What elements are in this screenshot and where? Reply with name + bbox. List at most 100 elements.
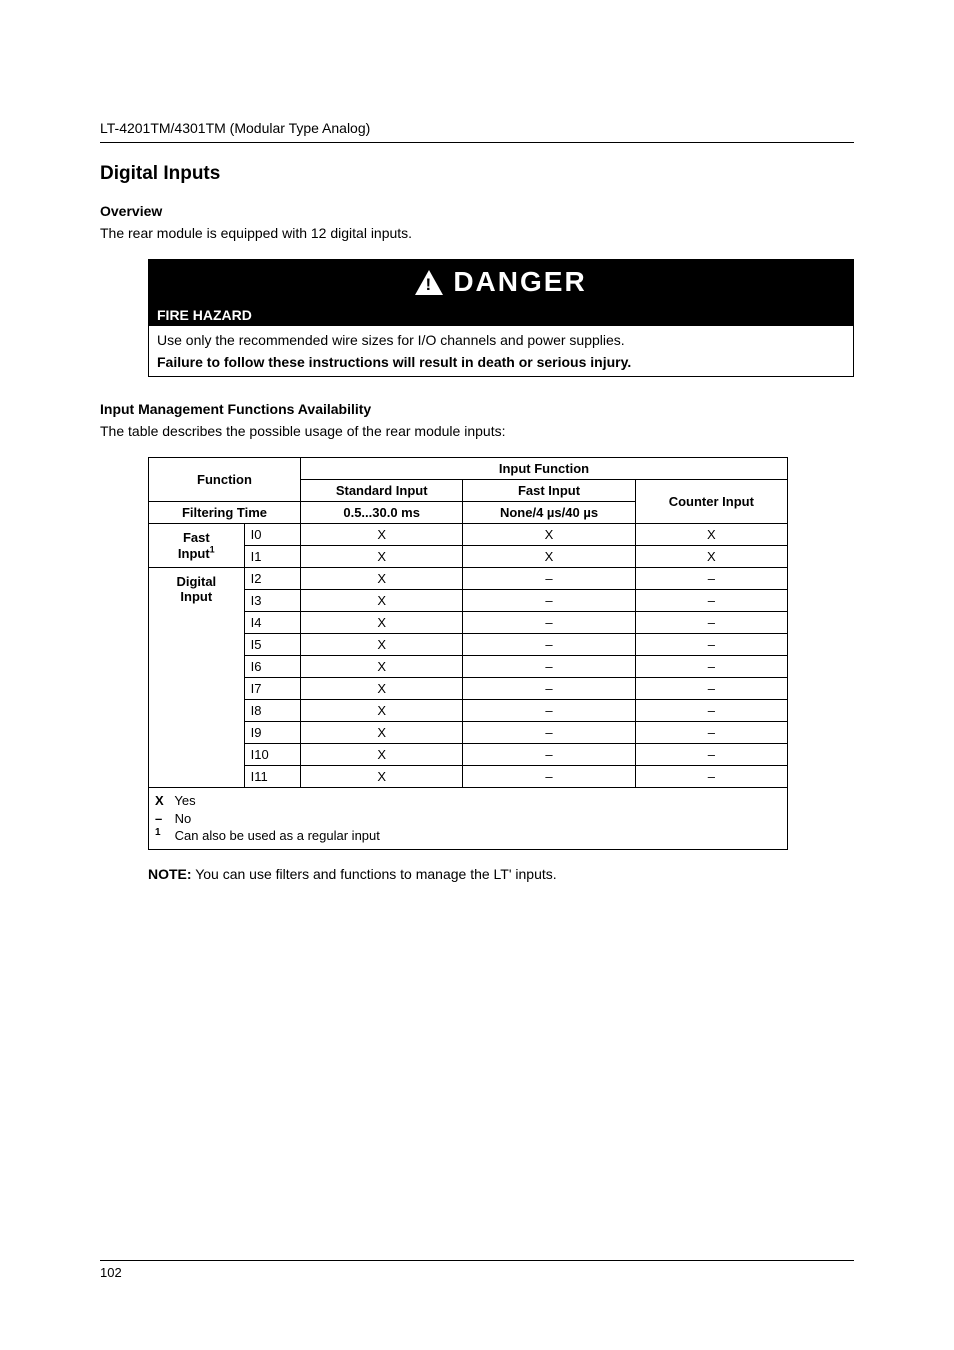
page-number: 102 bbox=[100, 1265, 854, 1280]
cell-cnt: – bbox=[635, 744, 787, 766]
overview-text: The rear module is equipped with 12 digi… bbox=[100, 225, 854, 241]
imfa-intro: The table describes the possible usage o… bbox=[100, 423, 854, 439]
cell-fast: – bbox=[463, 678, 635, 700]
cell-ch: I1 bbox=[244, 546, 300, 568]
cell-std: X bbox=[300, 612, 462, 634]
cell-std: X bbox=[300, 766, 462, 788]
legend-row: X Yes bbox=[155, 792, 781, 810]
cell-fast: – bbox=[463, 722, 635, 744]
cell-ch: I11 bbox=[244, 766, 300, 788]
cell-fast: – bbox=[463, 744, 635, 766]
table-row: I5 X – – bbox=[149, 634, 788, 656]
page-footer: 102 bbox=[100, 1260, 854, 1280]
cell-std: X bbox=[300, 634, 462, 656]
cell-fast: – bbox=[463, 612, 635, 634]
hdr-standard-range: 0.5...30.0 ms bbox=[300, 502, 462, 524]
cell-cnt: – bbox=[635, 656, 787, 678]
cell-cnt: – bbox=[635, 700, 787, 722]
hdr-fast: Fast Input bbox=[463, 480, 635, 502]
hdr-function: Function bbox=[149, 458, 301, 502]
group-digital-label2: Input bbox=[180, 589, 212, 604]
cell-ch: I4 bbox=[244, 612, 300, 634]
divider-bottom bbox=[100, 1260, 854, 1261]
group-fast-input: Fast Input1 bbox=[149, 524, 245, 568]
cell-fast: X bbox=[463, 546, 635, 568]
hdr-standard: Standard Input bbox=[300, 480, 462, 502]
table-row: I10 X – – bbox=[149, 744, 788, 766]
running-head: LT-4201TM/4301TM (Modular Type Analog) bbox=[100, 120, 854, 136]
cell-cnt: – bbox=[635, 766, 787, 788]
cell-std: X bbox=[300, 722, 462, 744]
table-row: I11 X – – bbox=[149, 766, 788, 788]
cell-fast: – bbox=[463, 590, 635, 612]
cell-fast: – bbox=[463, 766, 635, 788]
danger-line1: Use only the recommended wire sizes for … bbox=[157, 332, 845, 348]
table-row: I7 X – – bbox=[149, 678, 788, 700]
cell-std: X bbox=[300, 546, 462, 568]
legend-row: 1 Can also be used as a regular input bbox=[155, 827, 781, 845]
note: NOTE: You can use filters and functions … bbox=[148, 866, 854, 882]
legend-text-dash: No bbox=[175, 811, 192, 826]
legend-sym-one: 1 bbox=[155, 826, 171, 840]
cell-cnt: – bbox=[635, 568, 787, 590]
danger-body: Use only the recommended wire sizes for … bbox=[149, 326, 853, 376]
cell-std: X bbox=[300, 568, 462, 590]
hdr-fast-range: None/4 µs/40 µs bbox=[463, 502, 635, 524]
legend-sym-dash: – bbox=[155, 810, 171, 828]
cell-cnt: – bbox=[635, 678, 787, 700]
legend-row: – No bbox=[155, 810, 781, 828]
cell-cnt: – bbox=[635, 634, 787, 656]
cell-cnt: – bbox=[635, 722, 787, 744]
warning-triangle-icon: ! bbox=[415, 270, 443, 295]
table-row: I4 X – – bbox=[149, 612, 788, 634]
table-row: I1 X X X bbox=[149, 546, 788, 568]
table-row: Digital Input I2 X – – bbox=[149, 568, 788, 590]
overview-heading: Overview bbox=[100, 203, 854, 219]
table-row: I8 X – – bbox=[149, 700, 788, 722]
cell-fast: X bbox=[463, 524, 635, 546]
imfa-heading: Input Management Functions Availability bbox=[100, 401, 854, 417]
danger-subheading: FIRE HAZARD bbox=[149, 304, 853, 326]
group-digital-input: Digital Input bbox=[149, 568, 245, 788]
cell-std: X bbox=[300, 590, 462, 612]
group-fast-label2: Input1 bbox=[178, 546, 215, 561]
cell-ch: I2 bbox=[244, 568, 300, 590]
note-label: NOTE: bbox=[148, 866, 192, 882]
cell-cnt: – bbox=[635, 612, 787, 634]
cell-ch: I6 bbox=[244, 656, 300, 678]
cell-std: X bbox=[300, 700, 462, 722]
cell-cnt: – bbox=[635, 590, 787, 612]
table-header-row: Function Input Function bbox=[149, 458, 788, 480]
table-row: I3 X – – bbox=[149, 590, 788, 612]
section-title: Digital Inputs bbox=[100, 163, 854, 185]
danger-box: ! DANGER FIRE HAZARD Use only the recomm… bbox=[148, 259, 854, 377]
danger-line2: Failure to follow these instructions wil… bbox=[157, 354, 845, 370]
cell-ch: I0 bbox=[244, 524, 300, 546]
cell-fast: – bbox=[463, 656, 635, 678]
legend-text-one: Can also be used as a regular input bbox=[175, 828, 380, 843]
legend-text-x: Yes bbox=[174, 793, 195, 808]
table-row: I6 X – – bbox=[149, 656, 788, 678]
danger-word: DANGER bbox=[453, 266, 586, 298]
danger-header: ! DANGER bbox=[149, 260, 853, 304]
cell-fast: – bbox=[463, 634, 635, 656]
hdr-filtering-time: Filtering Time bbox=[149, 502, 301, 524]
hdr-input-function: Input Function bbox=[300, 458, 787, 480]
table-row: Fast Input1 I0 X X X bbox=[149, 524, 788, 546]
cell-ch: I10 bbox=[244, 744, 300, 766]
divider-top bbox=[100, 142, 854, 143]
cell-std: X bbox=[300, 524, 462, 546]
table-row: I9 X – – bbox=[149, 722, 788, 744]
cell-cnt: X bbox=[635, 546, 787, 568]
group-digital-label: Digital bbox=[176, 574, 216, 589]
cell-ch: I7 bbox=[244, 678, 300, 700]
cell-fast: – bbox=[463, 700, 635, 722]
input-function-table: Function Input Function Standard Input F… bbox=[148, 457, 788, 788]
cell-fast: – bbox=[463, 568, 635, 590]
cell-std: X bbox=[300, 678, 462, 700]
cell-ch: I8 bbox=[244, 700, 300, 722]
cell-cnt: X bbox=[635, 524, 787, 546]
hdr-counter: Counter Input bbox=[635, 480, 787, 524]
cell-ch: I3 bbox=[244, 590, 300, 612]
legend-sym-x: X bbox=[155, 792, 171, 810]
